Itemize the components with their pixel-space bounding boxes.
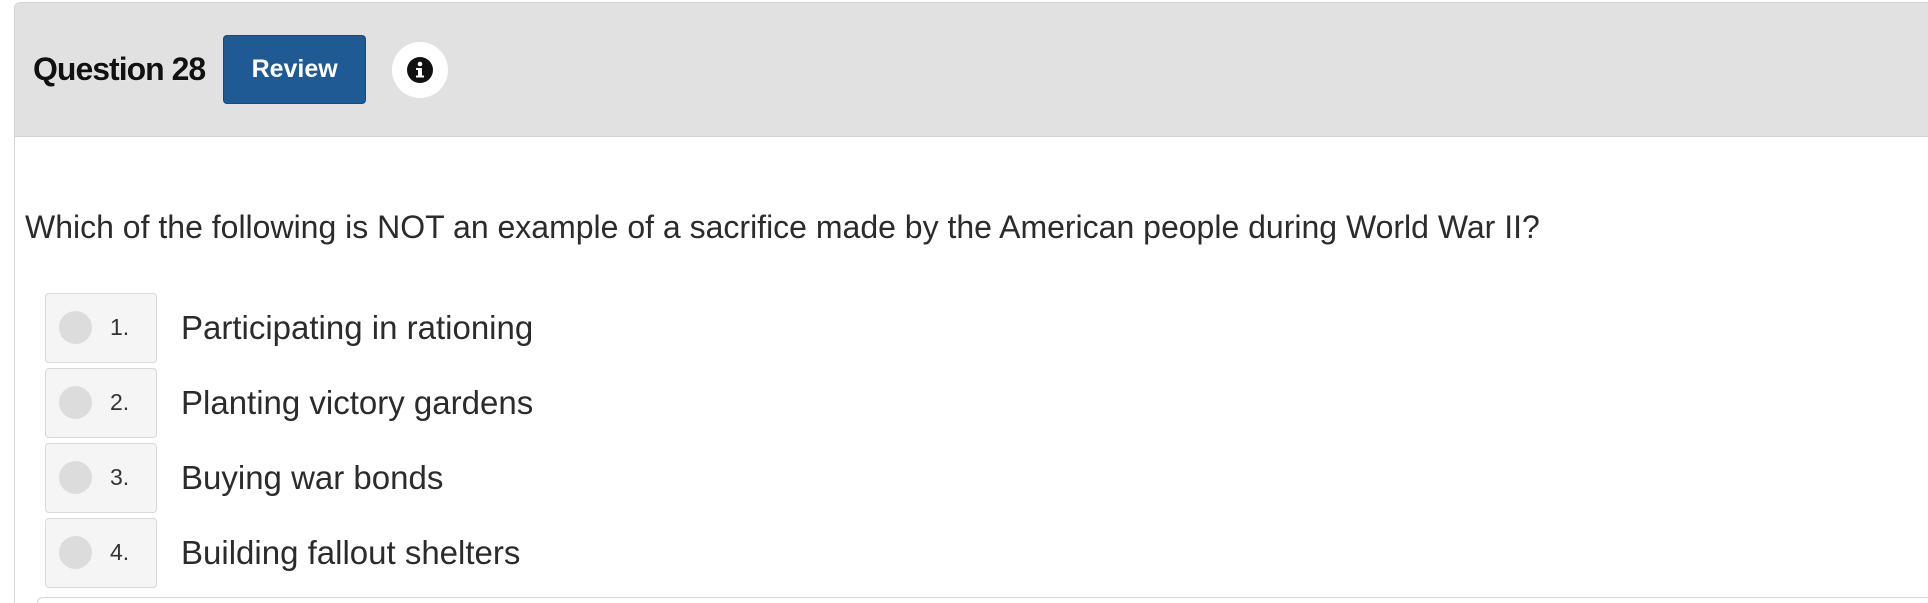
answer-options: 1. Participating in rationing 2. Plantin…: [45, 290, 533, 590]
answer-option[interactable]: 4. Building fallout shelters: [45, 515, 533, 590]
option-label[interactable]: Planting victory gardens: [181, 384, 533, 422]
radio-circle-icon: [59, 536, 92, 569]
info-circle-icon: [407, 56, 434, 83]
answer-radio[interactable]: 3.: [45, 442, 157, 513]
answer-option[interactable]: 3. Buying war bonds: [45, 440, 533, 515]
option-label[interactable]: Participating in rationing: [181, 309, 533, 347]
radio-circle-icon: [59, 311, 92, 344]
next-panel-edge: [37, 597, 1928, 603]
answer-option[interactable]: 2. Planting victory gardens: [45, 365, 533, 440]
answer-option[interactable]: 1. Participating in rationing: [45, 290, 533, 365]
option-label[interactable]: Building fallout shelters: [181, 534, 520, 572]
info-button[interactable]: [392, 41, 449, 98]
option-number: 3.: [110, 464, 130, 490]
question-title: Question 28: [33, 51, 206, 87]
review-button[interactable]: Review: [223, 35, 367, 104]
option-number: 2.: [110, 389, 130, 415]
radio-circle-icon: [59, 386, 92, 419]
option-number: 1.: [110, 314, 130, 340]
question-text: Which of the following is NOT an example…: [25, 209, 1540, 245]
answer-radio[interactable]: 1.: [45, 292, 157, 363]
answer-radio[interactable]: 2.: [45, 367, 157, 438]
option-label[interactable]: Buying war bonds: [181, 459, 443, 497]
radio-circle-icon: [59, 461, 92, 494]
question-panel: Question 28 Review Which of the followin…: [14, 2, 1928, 603]
answer-radio[interactable]: 4.: [45, 517, 157, 588]
option-number: 4.: [110, 539, 130, 565]
question-header: Question 28 Review: [15, 3, 1928, 137]
